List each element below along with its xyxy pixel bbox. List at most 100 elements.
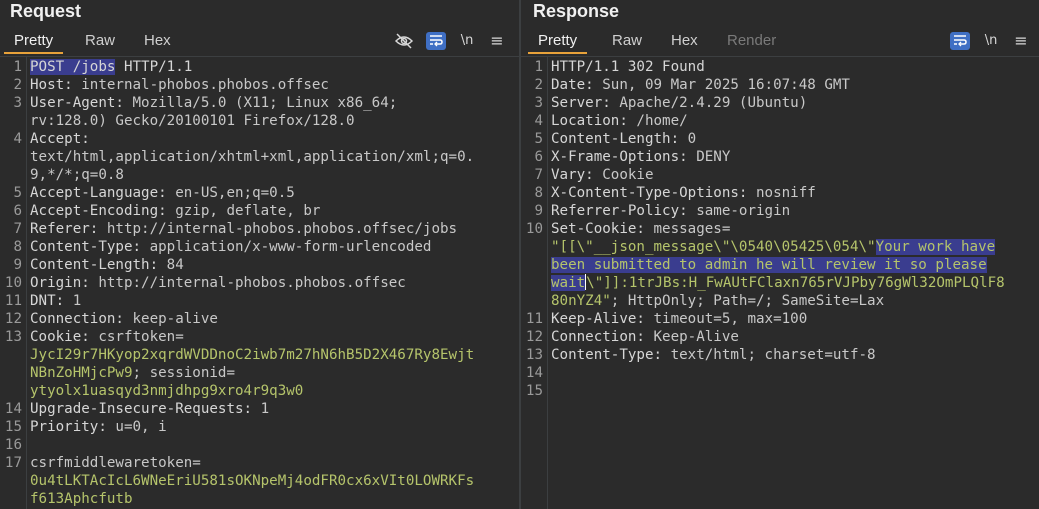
header-line: Referer: http://internal-phobos.phobos.o… bbox=[30, 220, 519, 238]
header-line: Set-Cookie: messages= bbox=[551, 220, 1039, 238]
header-line: Referrer-Policy: same-origin bbox=[551, 202, 1039, 220]
wrap-lines-button[interactable] bbox=[950, 32, 970, 50]
line-number: 13 bbox=[4, 329, 22, 345]
cookie-value: \"]]:1trJBs:H_FwAUtFClaxn765rVJPby76gWl3… bbox=[586, 275, 1005, 291]
header-value: application/x-www-form-urlencoded bbox=[141, 239, 432, 255]
param-value: f613Aphcfutb bbox=[30, 491, 133, 507]
line-numbers: 1 2 3 4 5 6 7 8 9 10 11 12 13 14 15 16 1… bbox=[0, 57, 27, 509]
line-numbers: 1 2 3 4 5 6 7 8 9 10 11 12 13 14 15 bbox=[521, 57, 548, 509]
line-number: 7 bbox=[534, 167, 543, 183]
header-value: en-US,en;q=0.5 bbox=[166, 185, 295, 201]
line-number: 4 bbox=[534, 113, 543, 129]
body-line-cont: 0u4tLKTAcIcL6WNeEriU581sOKNpeMj4odFR0cx6… bbox=[30, 472, 519, 490]
header-key: Origin: bbox=[30, 275, 90, 291]
tab-raw[interactable]: Raw bbox=[75, 30, 125, 52]
newline-toggle[interactable]: \n bbox=[981, 32, 1001, 50]
header-key: Connection: bbox=[551, 329, 645, 345]
tab-raw[interactable]: Raw bbox=[602, 30, 652, 52]
cookie-value: ytyolx1uasqyd3nmjdhpg9xro4r9q3w0 bbox=[30, 383, 304, 399]
line-number: 12 bbox=[4, 311, 22, 327]
response-title: Response bbox=[533, 1, 620, 21]
header-line: Connection: Keep-Alive bbox=[551, 328, 1039, 346]
line-number: 8 bbox=[13, 239, 22, 255]
line-number: 14 bbox=[4, 401, 22, 417]
tab-pretty[interactable]: Pretty bbox=[4, 30, 64, 54]
header-line-cont: JycI29r7HKyop2xqrdWVDDnoC2iwb7m27hN6hB5D… bbox=[30, 346, 519, 364]
header-line: Priority: u=0, i bbox=[30, 418, 519, 436]
header-line-cont: text/html,application/xhtml+xml,applicat… bbox=[30, 148, 519, 166]
header-value: Keep-Alive bbox=[644, 329, 739, 345]
request-line: POST /jobs HTTP/1.1 bbox=[30, 58, 519, 76]
header-line-cont: 9,*/*;q=0.8 bbox=[30, 166, 519, 184]
header-value: messages= bbox=[644, 221, 731, 237]
header-line: Server: Apache/2.4.29 (Ubuntu) bbox=[551, 94, 1039, 112]
header-line: Origin: http://internal-phobos.phobos.of… bbox=[30, 274, 519, 292]
tab-pretty[interactable]: Pretty bbox=[528, 30, 588, 54]
body-line: csrfmiddlewaretoken= bbox=[30, 455, 201, 471]
response-editor[interactable]: 1 2 3 4 5 6 7 8 9 10 11 12 13 14 15 HTTP… bbox=[521, 57, 1039, 509]
line-number: 13 bbox=[525, 347, 543, 363]
eye-off-icon bbox=[395, 33, 413, 49]
header-key: Accept-Language: bbox=[30, 185, 167, 201]
line-number: 5 bbox=[13, 185, 22, 201]
header-line: Cookie: csrftoken= bbox=[30, 329, 184, 345]
tab-hex[interactable]: Hex bbox=[661, 30, 708, 52]
header-line-cont: wait\"]]:1trJBs:H_FwAUtFClaxn765rVJPby76… bbox=[551, 274, 1039, 292]
header-value: same-origin bbox=[687, 203, 791, 219]
menu-icon[interactable]: ≡ bbox=[1011, 32, 1031, 50]
line-number: 10 bbox=[4, 275, 22, 291]
response-pane: Response Pretty Raw Hex Render \n ≡ 1 2 … bbox=[521, 0, 1039, 509]
header-value: nosniff bbox=[747, 185, 816, 201]
header-line: Connection: keep-alive bbox=[30, 310, 519, 328]
wrap-lines-button[interactable] bbox=[426, 32, 446, 50]
header-value: 1 bbox=[64, 293, 82, 309]
header-key: Location: bbox=[551, 113, 628, 129]
body-line-cont: f613Aphcfutb bbox=[30, 490, 519, 508]
line-number: 16 bbox=[4, 437, 22, 453]
header-line: Date: Sun, 09 Mar 2025 16:07:48 GMT bbox=[551, 76, 1039, 94]
header-value: keep-alive bbox=[123, 311, 218, 327]
line-number: 10 bbox=[525, 221, 543, 237]
header-key: Priority: bbox=[30, 419, 107, 435]
cookie-value: "[[\"__json_message\"\0540\05425\054\" bbox=[551, 239, 876, 255]
wrap-icon bbox=[430, 35, 443, 47]
cookie-attributes: ; HttpOnly; Path=/; SameSite=Lax bbox=[610, 293, 885, 309]
tab-hex[interactable]: Hex bbox=[134, 30, 181, 52]
header-value: DENY bbox=[687, 149, 731, 165]
header-value: text/html,application/xhtml+xml,applicat… bbox=[30, 149, 475, 165]
header-line: Content-Type: application/x-www-form-url… bbox=[30, 238, 519, 256]
hide-nonprintable-button[interactable] bbox=[394, 32, 414, 50]
tab-render: Render bbox=[727, 32, 777, 49]
header-key: Server: bbox=[551, 95, 611, 111]
header-value: rv:128.0) Gecko/20100101 Firefox/128.0 bbox=[30, 113, 355, 129]
header-value: Apache/2.4.29 (Ubuntu) bbox=[610, 95, 808, 111]
line-number: 1 bbox=[13, 59, 22, 75]
line-number: 15 bbox=[4, 419, 22, 435]
request-editor[interactable]: 1 2 3 4 5 6 7 8 9 10 11 12 13 14 15 16 1… bbox=[0, 57, 519, 509]
header-key: Upgrade-Insecure-Requests: bbox=[30, 401, 253, 417]
header-value: text/html; charset=utf-8 bbox=[662, 347, 876, 363]
menu-icon[interactable]: ≡ bbox=[487, 32, 507, 50]
cookie-value: NBnZoHMjcPw9 bbox=[30, 365, 133, 381]
line-number: 6 bbox=[534, 149, 543, 165]
header-line: Location: /home/ bbox=[551, 112, 1039, 130]
header-key: Keep-Alive: bbox=[551, 311, 645, 327]
header-line: Content-Type: text/html; charset=utf-8 bbox=[551, 346, 1039, 364]
line-number: 5 bbox=[534, 131, 543, 147]
header-key: Vary: bbox=[551, 167, 594, 183]
line-number: 15 bbox=[525, 383, 543, 399]
header-value: 1 bbox=[252, 401, 270, 417]
header-line: Vary: Cookie bbox=[551, 166, 1039, 184]
header-line-cont: ytyolx1uasqyd3nmjdhpg9xro4r9q3w0 bbox=[30, 382, 519, 400]
text: HTTP/1.1 302 Found bbox=[551, 59, 705, 75]
header-value: Cookie bbox=[593, 167, 654, 183]
line-number: 3 bbox=[13, 95, 22, 111]
newline-toggle[interactable]: \n bbox=[457, 32, 477, 50]
line-number: 2 bbox=[13, 77, 22, 93]
header-line: Accept-Language: en-US,en;q=0.5 bbox=[30, 184, 519, 202]
line-number: 9 bbox=[534, 203, 543, 219]
line-number: 8 bbox=[534, 185, 543, 201]
request-title: Request bbox=[10, 1, 82, 21]
line-number: 14 bbox=[525, 365, 543, 381]
